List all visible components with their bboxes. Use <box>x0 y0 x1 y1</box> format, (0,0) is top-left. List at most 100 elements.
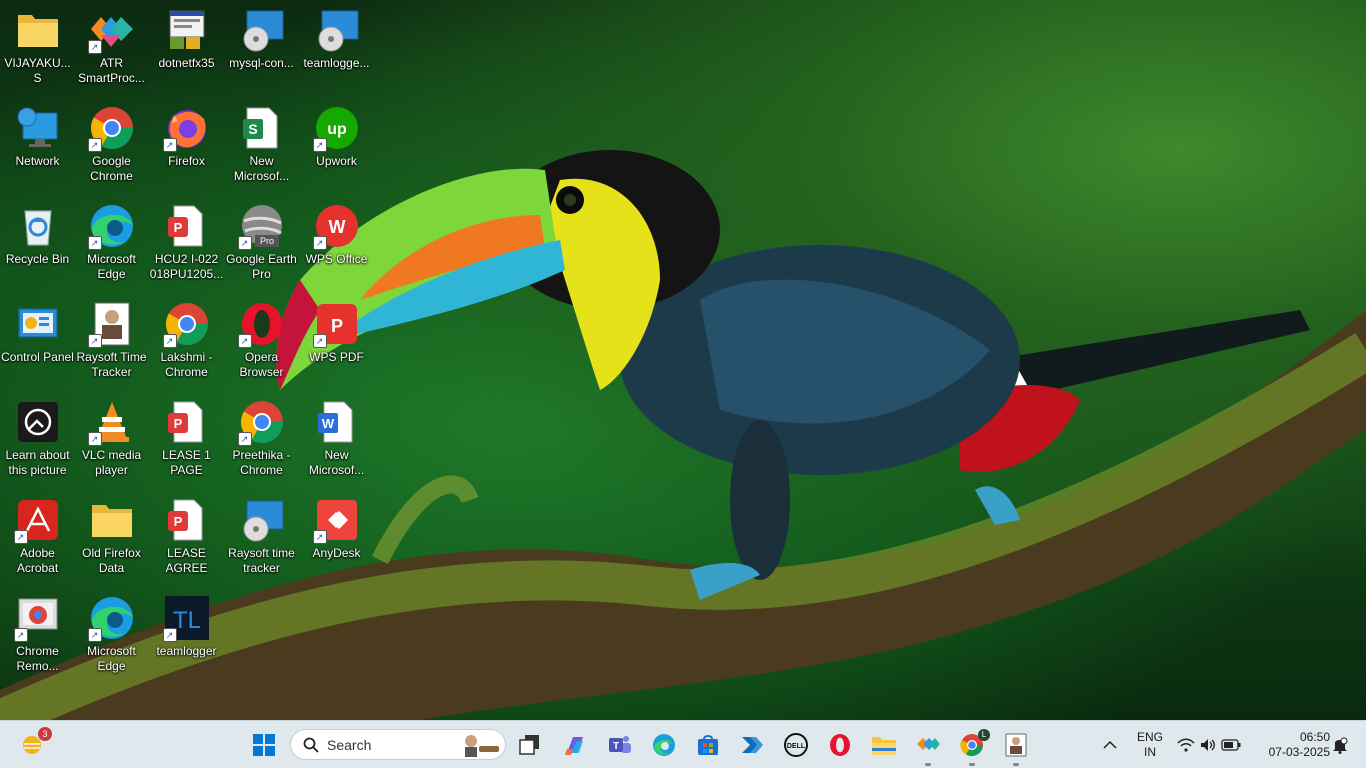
desktop-icon[interactable]: ↗ Opera Browser <box>224 294 299 386</box>
taskbar-edge-button[interactable] <box>648 729 680 761</box>
svg-text:TL: TL <box>172 607 200 634</box>
folder-icon <box>88 496 136 544</box>
control-panel-icon <box>14 300 62 348</box>
desktop-icon[interactable]: Old Firefox Data <box>74 490 149 582</box>
desktop-icon-label: Upwork <box>316 154 357 168</box>
desktop-icon[interactable]: ↗ Microsoft Edge <box>74 588 149 680</box>
desktop-icon[interactable]: Control Panel <box>0 294 75 386</box>
desktop-icon[interactable]: ↗ Adobe Acrobat <box>0 490 75 582</box>
running-indicator <box>969 763 975 766</box>
desktop-icon-label: Google Earth Pro <box>226 252 297 281</box>
desktop-icon[interactable]: P HCU2 I-022 018PU1205... <box>149 196 224 288</box>
teamlogger-icon: TL ↗ <box>162 594 211 642</box>
shortcut-arrow-icon: ↗ <box>13 628 28 642</box>
excel-sheet-icon: S <box>238 104 286 152</box>
desktop-icon[interactable]: ↗ VLC media player <box>74 392 149 484</box>
wifi-icon <box>1177 738 1195 752</box>
taskbar-copilot-button[interactable] <box>559 729 591 761</box>
desktop-icon[interactable]: ↗ Chrome Remo... <box>0 588 75 680</box>
acrobat-icon: ↗ <box>13 496 62 544</box>
taskbar-teams-button[interactable]: T <box>604 729 636 761</box>
start-button[interactable] <box>248 729 280 761</box>
folder-icon <box>14 6 62 54</box>
chevron-up-icon <box>1103 740 1117 749</box>
svg-text:P: P <box>173 514 182 529</box>
chrome-profile-icon: ↗ <box>237 398 286 446</box>
desktop-icon-label: Adobe Acrobat <box>16 546 59 575</box>
notification-badge: 3 <box>38 727 52 741</box>
taskbar-power-automate-button[interactable] <box>736 729 768 761</box>
desktop-icon[interactable]: Learn about this picture <box>0 392 75 484</box>
language-indicator[interactable]: ENG IN <box>1132 730 1168 760</box>
desktop-icon-label: teamlogger <box>156 644 217 658</box>
desktop-icon[interactable]: TL ↗ teamlogger <box>149 588 224 680</box>
opera-icon <box>830 734 850 756</box>
search-highlight-icon <box>465 734 499 757</box>
desktop-icon[interactable]: ↗ Lakshmi - Chrome <box>149 294 224 386</box>
notification-bell-icon <box>1333 737 1348 754</box>
desktop-icon-label: dotnetfx35 <box>158 56 215 70</box>
disc-setup-icon <box>238 496 286 544</box>
shortcut-arrow-icon: ↗ <box>312 334 327 348</box>
desktop-icon[interactable]: up ↗ Upwork <box>299 98 374 190</box>
desktop-icon[interactable]: ↗ Preethika - Chrome <box>224 392 299 484</box>
shortcut-arrow-icon: ↗ <box>312 138 327 152</box>
quick-settings-button[interactable] <box>1174 729 1244 761</box>
desktop-icon[interactable]: Recycle Bin <box>0 196 75 288</box>
desktop-icon[interactable]: ↗ Google Chrome <box>74 98 149 190</box>
teams-icon: T <box>609 736 631 753</box>
task-view-button[interactable] <box>514 729 546 761</box>
desktop-icon[interactable]: ↗ AnyDesk <box>299 490 374 582</box>
learn-picture-icon <box>14 398 62 446</box>
atr-smartprocess-icon <box>917 738 940 750</box>
desktop-icon[interactable]: ↗ ATR SmartProc... <box>74 0 149 92</box>
taskbar-file-explorer-button[interactable] <box>868 729 900 761</box>
taskbar-dell-button[interactable]: DELL <box>780 729 812 761</box>
notification-center-button[interactable] <box>1330 729 1350 761</box>
chrome-profile-icon: ↗ <box>162 300 211 348</box>
taskbar-atr-button[interactable] <box>912 729 944 766</box>
desktop-icon[interactable]: VIJAYAKU... S <box>0 0 75 92</box>
raysoft-icon: ↗ <box>87 300 136 348</box>
clock[interactable]: 06:50 07-03-2025 <box>1254 730 1330 760</box>
svg-text:up: up <box>327 121 347 138</box>
desktop-icon[interactable]: Raysoft time tracker <box>224 490 299 582</box>
desktop-icon[interactable]: S New Microsof... <box>224 98 299 190</box>
desktop-icon-label: VLC media player <box>81 448 142 477</box>
chrome-profile-badge: L <box>978 729 990 741</box>
desktop-icon[interactable]: Network <box>0 98 75 190</box>
clock-date: 07-03-2025 <box>1268 745 1330 759</box>
running-indicator <box>925 763 931 766</box>
weather-widget-button[interactable]: 3 <box>16 727 52 761</box>
taskbar-chrome-button[interactable]: L <box>956 729 990 766</box>
desktop-icon[interactable]: mysql-con... <box>224 0 299 92</box>
svg-text:P: P <box>330 316 342 336</box>
shortcut-arrow-icon: ↗ <box>87 236 102 250</box>
desktop-icon-label: Control Panel <box>1 350 74 364</box>
taskbar-search-box[interactable]: Search <box>290 729 506 760</box>
desktop-icon[interactable]: W ↗ WPS Office <box>299 196 374 288</box>
upwork-icon: up ↗ <box>312 104 361 152</box>
desktop-icon[interactable]: teamlogge... <box>299 0 374 92</box>
dell-icon: DELL <box>784 733 808 757</box>
edge-icon: ↗ <box>87 202 136 250</box>
taskbar-store-button[interactable] <box>692 729 724 761</box>
desktop-icon[interactable]: dotnetfx35 <box>149 0 224 92</box>
shortcut-arrow-icon: ↗ <box>87 138 102 152</box>
desktop-icon[interactable]: P ↗ WPS PDF <box>299 294 374 386</box>
desktop-icon[interactable]: Pro ↗ Google Earth Pro <box>224 196 299 288</box>
desktop-icon-label: Lakshmi - Chrome <box>160 350 213 379</box>
taskbar-opera-button[interactable] <box>824 729 856 761</box>
desktop-icon[interactable]: W New Microsof... <box>299 392 374 484</box>
shortcut-arrow-icon: ↗ <box>87 40 102 54</box>
desktop-icon[interactable]: ↗ Firefox <box>149 98 224 190</box>
desktop-icon[interactable]: ↗ Raysoft Time Tracker <box>74 294 149 386</box>
desktop-icon-label: Raysoft time tracker <box>228 546 295 575</box>
desktop-icon[interactable]: P LEASE AGREE <box>149 490 224 582</box>
taskbar-raysoft-button[interactable] <box>1000 729 1032 766</box>
desktop-icon[interactable]: ↗ Microsoft Edge <box>74 196 149 288</box>
show-hidden-icons-button[interactable] <box>1096 729 1124 761</box>
desktop-icon[interactable]: P LEASE 1 PAGE <box>149 392 224 484</box>
google-earth-icon: Pro ↗ <box>237 202 286 250</box>
edge-icon: ↗ <box>87 594 136 642</box>
